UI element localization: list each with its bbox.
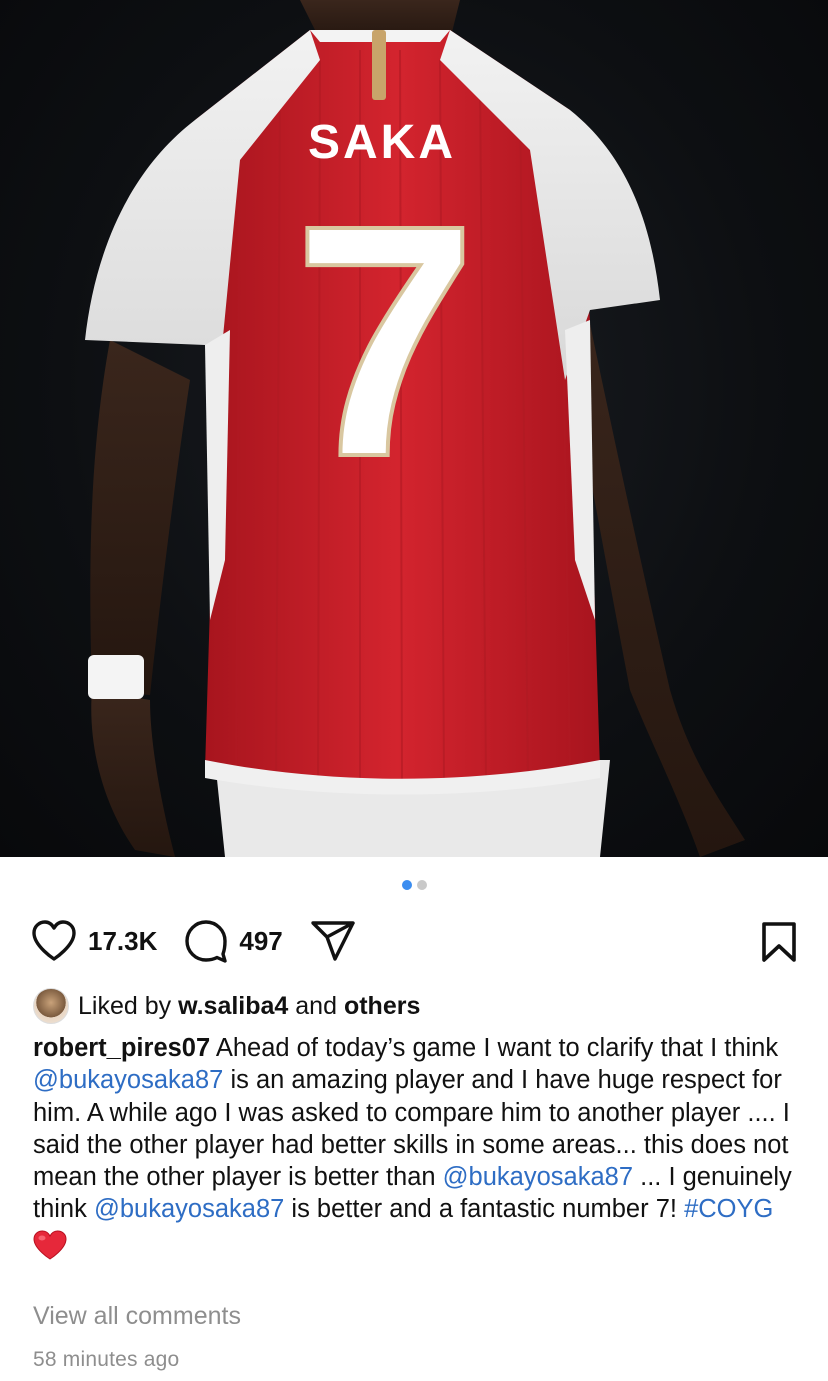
caption-username[interactable]: robert_pires07 xyxy=(33,1034,210,1062)
save-button[interactable] xyxy=(760,921,798,968)
post-actions: 17.3K 497 xyxy=(30,918,798,964)
liked-by-prefix: Liked by xyxy=(78,991,172,1020)
bookmark-icon xyxy=(762,922,796,962)
liked-by-and: and xyxy=(295,991,337,1020)
carousel-indicator xyxy=(0,880,828,890)
caption-text: is better and a fantastic number 7! xyxy=(291,1195,677,1224)
liked-by-others[interactable]: others xyxy=(344,992,420,1021)
like-count[interactable]: 17.3K xyxy=(88,926,157,957)
carousel-dot xyxy=(416,880,427,890)
jersey-illustration: SAKA 7 xyxy=(85,0,745,857)
carousel-dot-active xyxy=(401,880,412,890)
mention-link[interactable]: @bukayosaka87 xyxy=(443,1163,633,1191)
avatar[interactable] xyxy=(33,988,69,1024)
like-button[interactable]: 17.3K xyxy=(30,919,157,963)
caption-text: Ahead of today’s game I want to clarify … xyxy=(215,1034,779,1062)
liked-by[interactable]: Liked by w.saliba4 and others xyxy=(33,988,420,1024)
comment-count[interactable]: 497 xyxy=(239,926,282,957)
share-button[interactable] xyxy=(309,919,357,963)
post-image[interactable]: SAKA 7 xyxy=(0,0,828,857)
comment-icon xyxy=(185,920,228,963)
liked-by-user[interactable]: w.saliba4 xyxy=(178,992,288,1021)
red-heart-emoji xyxy=(33,1230,67,1268)
mention-link[interactable]: @bukayosaka87 xyxy=(94,1195,284,1223)
heart-icon xyxy=(32,920,76,961)
view-all-comments-link[interactable]: View all comments xyxy=(33,1302,241,1331)
send-icon xyxy=(311,921,355,961)
hashtag-link[interactable]: #COYG xyxy=(684,1195,773,1223)
jersey-number: 7 xyxy=(293,156,477,525)
comment-button[interactable]: 497 xyxy=(183,918,283,964)
mention-link[interactable]: @bukayosaka87 xyxy=(33,1066,223,1094)
post-caption: robert_pires07 Ahead of today’s game I w… xyxy=(33,1032,803,1268)
post-timestamp: 58 minutes ago xyxy=(33,1348,180,1371)
